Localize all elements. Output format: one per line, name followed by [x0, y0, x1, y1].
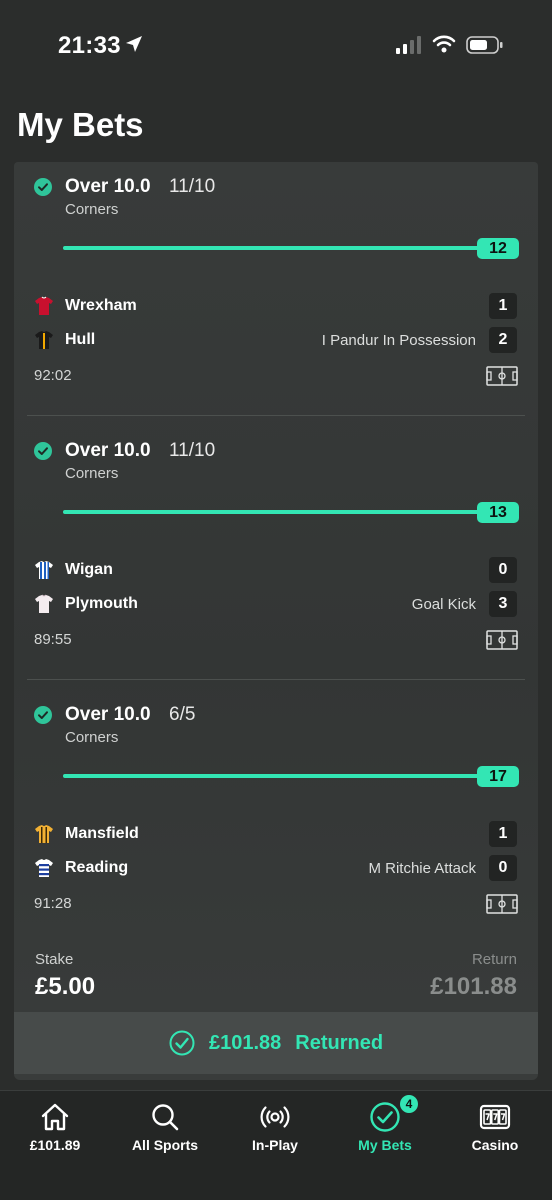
- match-clock: 92:02: [34, 367, 72, 384]
- selection-odds: 11/10: [169, 440, 216, 461]
- search-icon: [152, 1104, 179, 1131]
- corners-count-badge: 12: [477, 238, 519, 259]
- market-name: Corners: [65, 729, 119, 746]
- page-title: My Bets: [17, 106, 144, 143]
- leg-divider: [27, 679, 525, 680]
- match-event-text: M Ritchie Attack: [368, 860, 476, 877]
- tab-casino[interactable]: Casino: [440, 1091, 550, 1171]
- bet-leg[interactable]: Over 10.0 6/5 Corners 17 Mansfield 1 Rea…: [14, 690, 538, 954]
- leg-divider: [27, 415, 525, 416]
- away-team-name: Reading: [65, 859, 129, 876]
- slot-machine-icon: [479, 1104, 511, 1130]
- home-team-name: Mansfield: [65, 825, 139, 842]
- pitch-icon[interactable]: [486, 894, 518, 914]
- corners-progress-bar: [63, 246, 483, 250]
- broadcast-icon: [260, 1106, 290, 1128]
- battery-icon: [466, 36, 503, 54]
- market-name: Corners: [65, 465, 119, 482]
- team-shirt-icon: [35, 825, 53, 843]
- my-bets-count-badge: 4: [400, 1095, 418, 1113]
- team-shirt-icon: [35, 561, 53, 579]
- home-icon: [41, 1103, 69, 1131]
- away-team-name: Plymouth: [65, 595, 138, 612]
- status-bar: 21:33: [0, 0, 552, 90]
- selection-odds: 6/5: [169, 704, 196, 725]
- team-shirt-icon: [35, 859, 53, 877]
- returned-banner: £101.88 Returned: [14, 1012, 538, 1074]
- corners-progress-bar: [63, 774, 483, 778]
- home-score: 1: [489, 821, 517, 847]
- cellular-signal-icon: [396, 36, 421, 54]
- check-circle-icon: [34, 442, 52, 460]
- tab-all-sports[interactable]: All Sports: [110, 1091, 220, 1171]
- home-score: 0: [489, 557, 517, 583]
- corners-progress-bar: [63, 510, 483, 514]
- team-shirt-icon: [35, 331, 53, 349]
- match-clock: 89:55: [34, 631, 72, 648]
- returned-text: Returned: [295, 1031, 384, 1054]
- check-circle-icon: [34, 706, 52, 724]
- tab-my-bets[interactable]: 4 My Bets: [330, 1091, 440, 1171]
- check-circle-icon: [34, 178, 52, 196]
- pitch-icon[interactable]: [486, 366, 518, 386]
- selection-odds: 11/10: [169, 176, 216, 197]
- stake-label: Stake: [35, 951, 74, 968]
- returned-amount: £101.88: [208, 1031, 282, 1054]
- selection-name: Over 10.0: [65, 176, 151, 197]
- check-circle-icon: [169, 1030, 195, 1056]
- home-team-name: Wrexham: [65, 297, 137, 314]
- tab-label: In-Play: [252, 1137, 298, 1153]
- corners-count-badge: 17: [477, 766, 519, 787]
- match-event-text: Goal Kick: [411, 596, 476, 613]
- corners-count-badge: 13: [477, 502, 519, 523]
- away-score: 2: [489, 327, 517, 353]
- match-event-text: I Pandur In Possession: [321, 332, 476, 349]
- tab-label: £101.89: [29, 1137, 81, 1153]
- tab-label: Casino: [471, 1137, 519, 1153]
- tab-bar: £101.89 All Sports In-Play 4 My Bets Cas…: [0, 1090, 552, 1200]
- bet-leg[interactable]: Over 10.0 11/10 Corners 13 Wigan 0 Plymo…: [14, 426, 538, 690]
- wifi-icon: [432, 35, 456, 53]
- tab-label: My Bets: [358, 1137, 412, 1153]
- team-shirt-icon: [35, 594, 53, 613]
- home-team-name: Wigan: [65, 561, 113, 578]
- tab-in-play[interactable]: In-Play: [220, 1091, 330, 1171]
- match-clock: 91:28: [34, 895, 72, 912]
- away-score: 0: [489, 855, 517, 881]
- stake-value: £5.00: [35, 973, 96, 1000]
- away-score: 3: [489, 591, 517, 617]
- pitch-icon[interactable]: [486, 630, 518, 650]
- tab-label: All Sports: [131, 1137, 199, 1153]
- tab-balance[interactable]: £101.89: [0, 1091, 110, 1171]
- home-score: 1: [489, 293, 517, 319]
- bet-card[interactable]: Over 10.0 11/10 Corners 12 Wrexham 1 Hul…: [14, 162, 538, 1080]
- status-time: 21:33: [58, 32, 121, 59]
- away-team-name: Hull: [65, 331, 96, 348]
- check-circle-icon: [370, 1102, 400, 1132]
- return-value: £101.88: [430, 973, 517, 1000]
- team-shirt-icon: [35, 296, 53, 315]
- selection-name: Over 10.0: [65, 440, 151, 461]
- return-label: Return: [471, 951, 517, 968]
- bet-leg[interactable]: Over 10.0 11/10 Corners 12 Wrexham 1 Hul…: [14, 162, 538, 426]
- location-arrow-icon: [126, 36, 142, 52]
- selection-name: Over 10.0: [65, 704, 151, 725]
- market-name: Corners: [65, 201, 119, 218]
